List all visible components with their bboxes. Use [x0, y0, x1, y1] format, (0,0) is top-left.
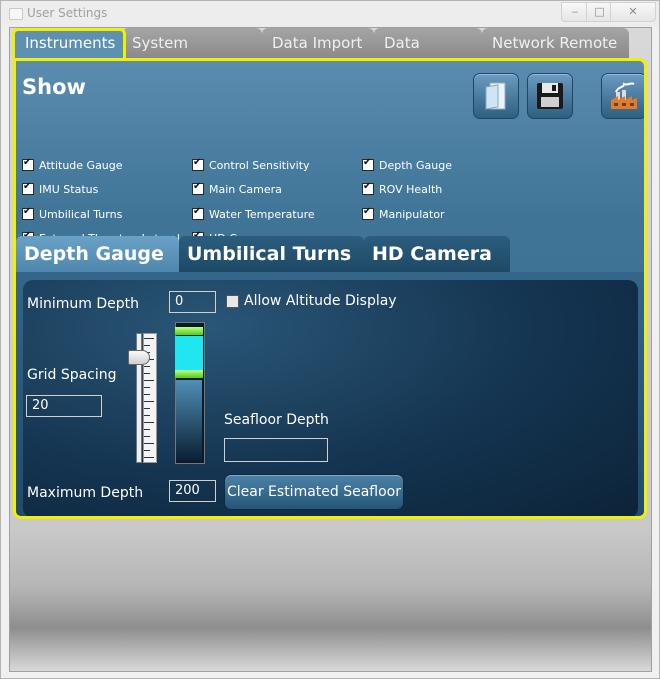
- subtab-depth-gauge[interactable]: Depth Gauge: [16, 236, 179, 272]
- checkbox-box[interactable]: [22, 157, 34, 171]
- seafloor-depth-label: Seafloor Depth: [224, 412, 329, 428]
- checkbox-label: Attitude Gauge: [39, 158, 123, 172]
- checkbox-box[interactable]: [192, 206, 204, 220]
- save-button[interactable]: [527, 73, 573, 119]
- checkbox-depth-gauge[interactable]: Depth Gauge: [362, 157, 452, 173]
- user-settings-window: User Settings ‒ □ ✕ Instruments System S…: [0, 0, 660, 679]
- checkbox-water-temperature[interactable]: Water Temperature: [192, 206, 315, 222]
- max-depth-label: Maximum Depth: [27, 485, 144, 501]
- show-title: Show: [22, 75, 86, 99]
- tab-instruments[interactable]: Instruments: [12, 28, 126, 58]
- close-icon: ✕: [628, 5, 638, 18]
- tab-data-import[interactable]: Data Import: [262, 28, 374, 58]
- tab-system-settings[interactable]: System Settings: [122, 28, 262, 82]
- title-bar[interactable]: User Settings ‒ □ ✕: [1, 1, 659, 27]
- checkbox-control-sensitivity[interactable]: Control Sensitivity: [192, 157, 310, 173]
- subtab-umbilical-turns[interactable]: Umbilical Turns: [179, 236, 364, 272]
- depth-gauge-fill: [176, 380, 202, 462]
- checkbox-box[interactable]: [226, 294, 239, 308]
- checkbox-label: Water Temperature: [209, 207, 315, 221]
- depth-gauge-lower-marker: [175, 370, 203, 378]
- depth-gauge-upper-marker: [175, 327, 203, 335]
- checkbox-umbilical-turns[interactable]: Umbilical Turns: [22, 206, 122, 222]
- document-icon: [485, 82, 506, 110]
- grid-spacing-label: Grid Spacing: [27, 367, 117, 383]
- maximize-button[interactable]: □: [586, 2, 613, 22]
- checkbox-main-camera[interactable]: Main Camera: [192, 181, 282, 197]
- checkbox-attitude-gauge[interactable]: Attitude Gauge: [22, 157, 123, 173]
- depth-gauge-inner-panel: Minimum Depth 0 Allow Altitude Display G…: [23, 280, 638, 516]
- tab-network-remote[interactable]: Network Remote: [482, 28, 629, 58]
- factory-icon: [611, 82, 637, 109]
- allow-altitude-label: Allow Altitude Display: [244, 293, 397, 309]
- max-depth-input[interactable]: 200: [169, 480, 216, 502]
- client-area: Instruments System Settings Data Import …: [9, 27, 652, 672]
- instruments-panel: Show ✔ Attitude Gauge ✔ IMU Status ✔ Umb…: [13, 58, 647, 519]
- depth-gauge-range: [175, 336, 203, 370]
- checkbox-label: ROV Health: [379, 182, 443, 196]
- min-depth-input[interactable]: 0: [169, 291, 216, 313]
- min-depth-label: Minimum Depth: [27, 296, 139, 312]
- depth-gauge-content: Minimum Depth 0 Allow Altitude Display G…: [16, 272, 644, 516]
- checkbox-box[interactable]: [192, 181, 204, 195]
- checkbox-label: IMU Status: [39, 182, 99, 196]
- checkbox-label: Manipulator: [379, 207, 445, 221]
- minimize-icon: ‒: [571, 5, 579, 18]
- app-icon: [9, 8, 23, 20]
- depth-slider-thumb[interactable]: [128, 350, 150, 365]
- checkbox-manipulator[interactable]: Manipulator: [362, 206, 445, 222]
- save-icon: [537, 83, 563, 109]
- checkbox-rov-health[interactable]: ROV Health: [362, 181, 442, 197]
- checkbox-box[interactable]: [22, 181, 34, 195]
- checkbox-box[interactable]: [362, 206, 374, 220]
- checkbox-box[interactable]: [362, 181, 374, 195]
- seafloor-depth-input[interactable]: [224, 438, 328, 462]
- factory-button[interactable]: [601, 73, 644, 119]
- checkbox-box[interactable]: [192, 157, 204, 171]
- checkbox-label: Depth Gauge: [379, 158, 452, 172]
- checkbox-box[interactable]: [362, 157, 374, 171]
- minimize-button[interactable]: ‒: [561, 2, 589, 22]
- checkbox-label: Umbilical Turns: [39, 207, 123, 221]
- close-button[interactable]: ✕: [610, 2, 656, 22]
- grid-spacing-input[interactable]: 20: [26, 395, 102, 417]
- instrument-subtabs: Depth Gauge Umbilical Turns HD Camera: [16, 236, 644, 272]
- allow-altitude-checkbox[interactable]: Allow Altitude Display: [226, 293, 397, 309]
- checkbox-imu-status[interactable]: IMU Status: [22, 181, 98, 197]
- window-title: User Settings: [27, 6, 108, 20]
- document-button[interactable]: [473, 73, 519, 119]
- tab-data-export[interactable]: Data Export: [374, 28, 482, 82]
- checkbox-label: Control Sensitivity: [209, 158, 310, 172]
- maximize-icon: □: [594, 5, 605, 18]
- checkbox-label: Main Camera: [209, 182, 282, 196]
- subtab-hd-camera[interactable]: HD Camera: [364, 236, 510, 272]
- checkbox-box[interactable]: [22, 206, 34, 220]
- clear-estimated-seafloor-button[interactable]: Clear Estimated Seafloor: [224, 474, 404, 510]
